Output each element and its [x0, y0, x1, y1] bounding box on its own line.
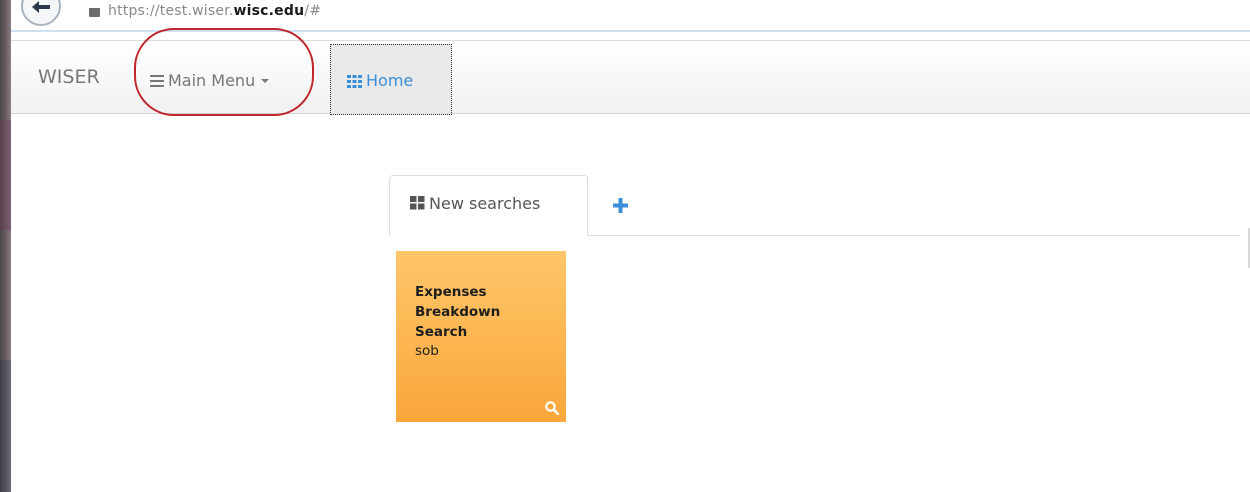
back-arrow-icon [32, 1, 50, 13]
caret-down-icon [261, 79, 270, 83]
th-large-icon [410, 196, 425, 210]
plus-icon [613, 198, 628, 213]
lock-icon [89, 8, 100, 17]
tab-new-searches[interactable]: New searches [389, 175, 588, 236]
tab-label: New searches [429, 194, 541, 213]
hamburger-icon [150, 72, 164, 91]
tile-subtitle: sob [415, 343, 439, 359]
home-nav-link[interactable]: Home [330, 44, 452, 115]
address-bar[interactable]: https://test.wiser.wisc.edu/# [11, 0, 1250, 32]
main-menu-dropdown[interactable]: Main Menu [150, 71, 270, 91]
app-navbar: WISER Main Menu Home [11, 28, 1250, 116]
back-button[interactable] [21, 0, 61, 26]
search-tile[interactable]: Expenses Breakdown Search sob [396, 251, 566, 422]
page: https://test.wiser.wisc.edu/# WISER Main… [0, 0, 1250, 492]
home-label: Home [366, 71, 414, 90]
brand-logo[interactable]: WISER [38, 66, 100, 88]
main-menu-label: Main Menu [168, 71, 256, 90]
grid-icon [347, 75, 362, 88]
add-tab-button[interactable] [609, 194, 633, 218]
window-edge [0, 0, 11, 492]
url-text[interactable]: https://test.wiser.wisc.edu/# [108, 3, 321, 19]
search-icon[interactable] [545, 401, 559, 415]
tile-title: Expenses Breakdown Search [415, 284, 501, 340]
